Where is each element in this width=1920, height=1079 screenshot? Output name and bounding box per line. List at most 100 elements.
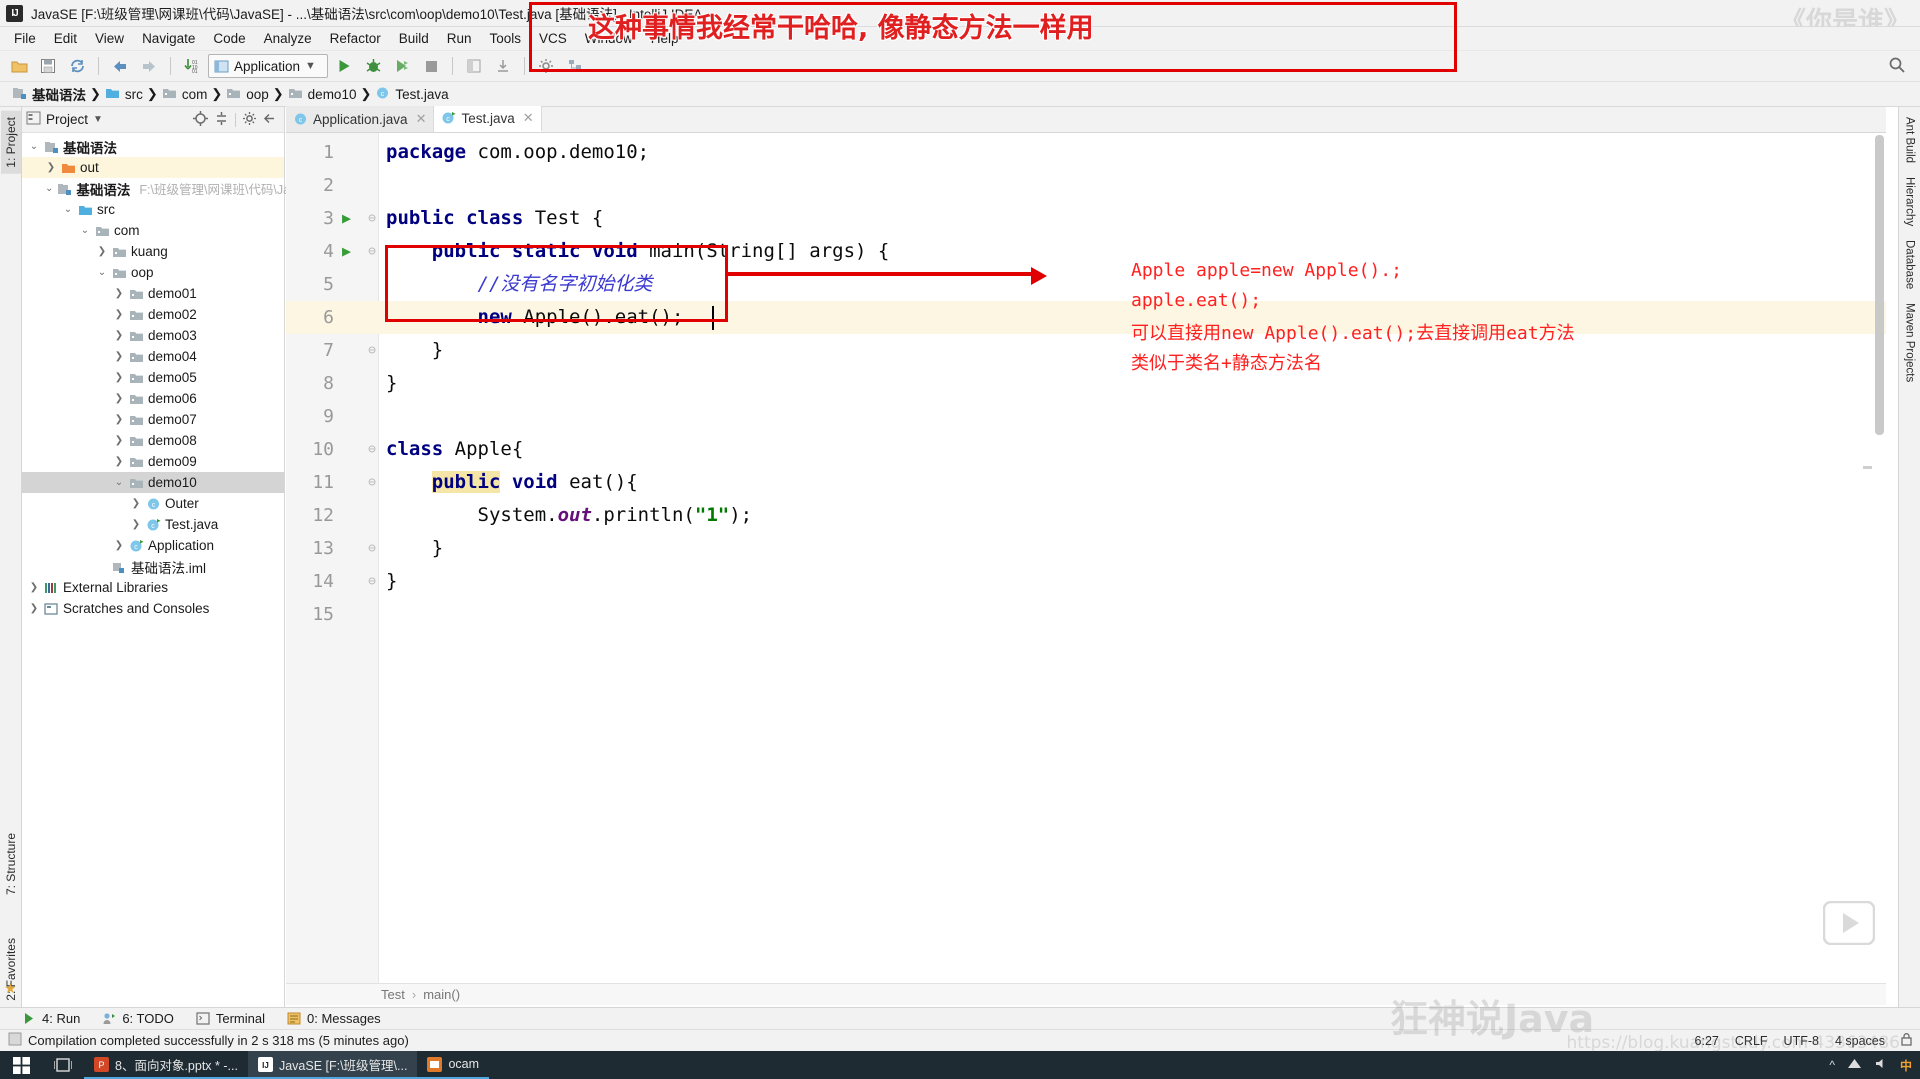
tree-node-基础语法[interactable]: ⌄ 基础语法 F:\班级管理\网课班\代码\Ja [22,178,290,199]
chevron-right-icon[interactable]: ❯ [28,603,40,614]
chevron-right-icon[interactable]: ❯ [113,351,125,362]
save-icon[interactable] [35,54,61,78]
chevron-right-icon[interactable]: ❯ [113,414,125,425]
chevron-right-icon[interactable]: ❯ [130,519,142,530]
gear-icon[interactable] [242,111,257,129]
sidebar-tab-structure[interactable]: 7: Structure [1,827,21,901]
tree-node-oop[interactable]: ⌄ oop [22,262,284,283]
tree-node-demo02[interactable]: ❯ demo02 [22,304,284,325]
code-fold-icon[interactable]: ⊖ [366,235,378,268]
folder-open-icon[interactable] [6,54,32,78]
code-line-9[interactable]: 9 [286,400,1886,433]
code-fold-icon[interactable]: ⊖ [366,202,378,235]
right-tab-hierarchy[interactable]: Hierarchy [1904,177,1916,226]
target-icon[interactable] [193,110,208,129]
chevron-right-icon[interactable]: ❯ [113,372,125,383]
ime-icon[interactable]: 中 [1900,1057,1912,1074]
tree-node-out[interactable]: ❯ out [22,157,284,178]
run-gutter-icon[interactable]: ▶ [342,202,351,235]
code-line-11[interactable]: 11 ⊖ public void eat(){ [286,466,1886,499]
run-configuration-selector[interactable]: Application ▼ [208,54,328,78]
menu-item-code[interactable]: Code [204,29,254,48]
chevron-down-icon[interactable]: ⌄ [96,267,108,278]
menu-item-refactor[interactable]: Refactor [321,29,390,48]
menu-item-file[interactable]: File [5,29,45,48]
code-line-7[interactable]: 7 ⊖ } [286,334,1886,367]
chevron-right-icon[interactable]: ❯ [45,162,57,173]
menu-item-run[interactable]: Run [438,29,481,48]
tree-node-demo08[interactable]: ❯ demo08 [22,430,284,451]
breadcrumb-item-基础语法[interactable]: 基础语法 [8,83,90,105]
download-icon[interactable] [490,54,516,78]
breadcrumb-item-demo10[interactable]: demo10 [284,85,361,104]
tree-node-基础语法.iml[interactable]: 基础语法.iml [22,556,284,577]
settings-toolbar-icon[interactable] [533,54,559,78]
chevron-right-icon[interactable]: ❯ [113,435,125,446]
caret-position[interactable]: 6:27 [1695,1034,1719,1048]
code-fold-icon[interactable]: ⊖ [366,334,378,367]
code-content[interactable]: 1 package com.oop.demo10; 2 3 ▶ ⊖ public class… [286,133,1886,983]
right-tab-database[interactable]: Database [1904,240,1916,289]
chevron-right-icon[interactable]: ❯ [96,246,108,257]
sidebar-tab-project[interactable]: 1: Project [1,111,21,174]
code-line-1[interactable]: 1 package com.oop.demo10; [286,136,1886,169]
sync-icon[interactable] [64,54,90,78]
menu-item-navigate[interactable]: Navigate [133,29,204,48]
editor-tab-Application.java[interactable]: c Application.java ✕ [286,106,435,132]
menu-item-window[interactable]: Window [576,29,642,48]
tray-expand-icon[interactable]: ^ [1829,1058,1835,1072]
breadcrumb-item-oop[interactable]: oop [222,85,273,104]
breadcrumb-item-com[interactable]: com [158,85,212,104]
menu-item-analyze[interactable]: Analyze [255,29,321,48]
chevron-right-icon[interactable]: ❯ [113,456,125,467]
stop-icon[interactable] [418,54,444,78]
tree-node-Test.java[interactable]: ❯ c Test.java [22,514,284,535]
menu-item-tools[interactable]: Tools [481,29,531,48]
tree-node-基础语法[interactable]: ⌄ 基础语法 [22,136,284,157]
toolwindow-messages[interactable]: 0: Messages [287,1011,381,1026]
tree-node-src[interactable]: ⌄ src [22,199,284,220]
taskbar-item-2[interactable]: ocam [417,1051,490,1079]
code-fold-icon[interactable]: ⊖ [366,466,378,499]
chevron-right-icon[interactable]: ❯ [113,393,125,404]
menu-item-help[interactable]: Help [642,29,688,48]
tree-node-com[interactable]: ⌄ com [22,220,284,241]
tree-node-External Libraries[interactable]: ❯ External Libraries [22,577,284,598]
volume-icon[interactable] [1874,1057,1888,1073]
tree-node-Application[interactable]: ❯ c Application [22,535,284,556]
chevron-right-icon[interactable]: ❯ [113,309,125,320]
chevron-down-icon[interactable]: ⌄ [45,183,53,194]
tree-node-demo07[interactable]: ❯ demo07 [22,409,284,430]
toolwindow-run[interactable]: 4: Run [22,1011,80,1026]
code-line-15[interactable]: 15 [286,598,1886,631]
tree-node-demo09[interactable]: ❯ demo09 [22,451,284,472]
editor-tab-Test.java[interactable]: c Test.java ✕ [434,106,542,132]
tree-node-Scratches and Consoles[interactable]: ❯ Scratches and Consoles [22,598,284,619]
menu-item-edit[interactable]: Edit [45,29,86,48]
line-separator[interactable]: CRLF [1735,1034,1768,1048]
back-arrow-icon[interactable] [107,54,133,78]
tree-node-kuang[interactable]: ❯ kuang [22,241,284,262]
code-line-6[interactable]: 6 new Apple().eat(); [286,301,1886,334]
right-tab-maven-projects[interactable]: Maven Projects [1904,303,1916,382]
tree-node-demo05[interactable]: ❯ demo05 [22,367,284,388]
code-line-2[interactable]: 2 [286,169,1886,202]
taskbar-item-0[interactable]: P 8、面向对象.pptx * -... [84,1051,248,1079]
toolwindow-terminal[interactable]: Terminal [196,1011,265,1026]
code-fold-icon[interactable]: ⊖ [366,532,378,565]
chevron-down-icon[interactable]: ▼ [305,60,316,72]
chevron-down-icon[interactable]: ⌄ [28,141,40,152]
run-icon[interactable] [331,54,357,78]
indent-setting[interactable]: 4 spaces [1835,1034,1885,1048]
taskbar-item-1[interactable]: IJ JavaSE [F:\班级管理\... [247,1051,418,1079]
collapse-all-icon[interactable] [214,111,229,129]
tree-node-Outer[interactable]: ❯ c Outer [22,493,284,514]
tree-node-demo06[interactable]: ❯ demo06 [22,388,284,409]
close-icon[interactable]: ✕ [523,110,534,126]
chevron-down-icon[interactable]: ⌄ [62,204,74,215]
code-line-13[interactable]: 13 ⊖ } [286,532,1886,565]
editor-vertical-scrollbar[interactable] [1873,133,1886,983]
menu-item-view[interactable]: View [86,29,133,48]
network-icon[interactable] [1847,1057,1862,1073]
scrollbar-thumb[interactable] [1875,135,1884,435]
